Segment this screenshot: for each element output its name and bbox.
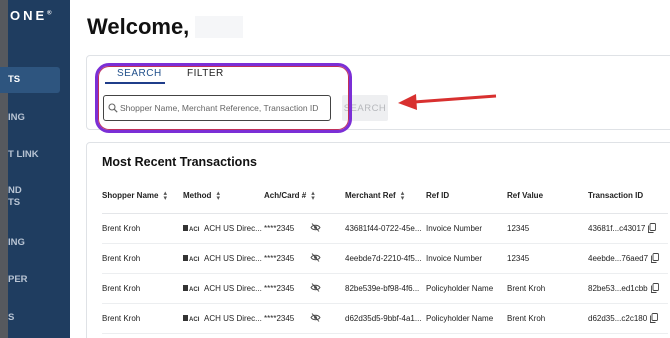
cell-transaction-id: 4eebde...76aed7 xyxy=(588,243,668,274)
cell-shopper: Brent Kroh xyxy=(102,213,183,244)
sidebar-item-billing[interactable]: ING xyxy=(0,112,70,124)
cell-ref-id: Policyholder Name xyxy=(426,273,507,304)
sidebar-item-settings[interactable]: S xyxy=(0,312,70,324)
transactions-table: Shopper Name ▴ ▾ Method ▴ ▾ Ach/Card # ▴ ▾ Mer… xyxy=(102,179,668,334)
cell-card: ****2345 xyxy=(264,303,345,334)
cell-shopper: Brent Kroh xyxy=(102,303,183,334)
recent-transactions-panel: Most Recent Transactions Shopper Name ▴ ▾ … xyxy=(86,142,670,338)
table-row[interactable]: Brent KrohACHACH US Direc...****23454368… xyxy=(102,213,668,244)
cell-merchant-ref: 4eebde7d-2210-4f5... xyxy=(345,243,426,274)
column-header-transaction-id[interactable]: Transaction ID xyxy=(588,179,668,214)
cell-method: ACHACH US Direc... xyxy=(183,303,264,334)
app-window: ONE® TS ING T LINK ND TS ING PER S Welcom… xyxy=(0,0,670,338)
cell-transaction-id: d62d35...c2c180 xyxy=(588,303,668,334)
cell-ref-value: Brent Kroh xyxy=(507,303,588,334)
sort-icon[interactable]: ▴ ▾ xyxy=(401,190,405,202)
cell-ref-value: Brent Kroh xyxy=(507,273,588,304)
cell-method: ACHACH US Direc... xyxy=(183,273,264,304)
copy-icon[interactable] xyxy=(650,313,659,323)
eye-slash-icon[interactable] xyxy=(310,223,321,232)
sidebar-edge xyxy=(0,0,8,338)
sidebar-item-reporting[interactable]: ING xyxy=(0,237,70,249)
ach-bank-icon: ACH xyxy=(183,254,199,262)
brand-logo[interactable]: ONE® xyxy=(10,8,52,23)
svg-text:ACH: ACH xyxy=(189,317,199,322)
svg-text:ACH: ACH xyxy=(189,227,199,232)
svg-text:ACH: ACH xyxy=(189,257,199,262)
cell-ref-id: Invoice Number xyxy=(426,213,507,244)
user-name-redacted xyxy=(195,16,244,38)
cell-ref-id: Invoice Number xyxy=(426,243,507,274)
ach-bank-icon: ACH xyxy=(183,224,199,232)
cell-merchant-ref: 82be539e-bf98-4f6... xyxy=(345,273,426,304)
column-header-ach-card[interactable]: Ach/Card # ▴ ▾ xyxy=(264,179,345,214)
table-row[interactable]: Brent KrohACHACH US Direc...****2345d62d… xyxy=(102,303,668,334)
cell-shopper: Brent Kroh xyxy=(102,273,183,304)
main-content: Welcome, SEARCH FILTER SEARCH Most Recen… xyxy=(70,0,670,338)
cell-method: ACHACH US Direc... xyxy=(183,243,264,274)
sort-icon[interactable]: ▴ ▾ xyxy=(163,190,167,202)
table-header-row: Shopper Name ▴ ▾ Method ▴ ▾ Ach/Card # ▴ ▾ Mer… xyxy=(102,179,668,214)
copy-icon[interactable] xyxy=(651,253,660,263)
cell-transaction-id: 43681f...c43017 xyxy=(588,213,668,244)
column-header-ref-value[interactable]: Ref Value xyxy=(507,179,588,214)
section-title: Most Recent Transactions xyxy=(102,155,257,169)
annotation-highlight-box xyxy=(95,63,352,133)
cell-method: ACHACH US Direc... xyxy=(183,213,264,244)
cell-card: ****2345 xyxy=(264,213,345,244)
sidebar-item-refunds[interactable]: ND TS xyxy=(0,185,70,209)
table-row[interactable]: Brent KrohACHACH US Direc...****234582be… xyxy=(102,273,668,304)
copy-icon[interactable] xyxy=(648,223,657,233)
column-header-shopper-name[interactable]: Shopper Name ▴ ▾ xyxy=(102,179,183,214)
annotation-arrow-icon xyxy=(398,94,497,110)
cell-merchant-ref: d62d35d5-9bbf-4a1... xyxy=(345,303,426,334)
sidebar: ONE® TS ING T LINK ND TS ING PER S xyxy=(0,0,70,338)
sidebar-item-transactions[interactable]: TS xyxy=(0,67,60,93)
eye-slash-icon[interactable] xyxy=(310,253,321,262)
cell-card: ****2345 xyxy=(264,243,345,274)
table-row[interactable]: Brent KrohACHACH US Direc...****23454eeb… xyxy=(102,243,668,274)
sidebar-item-shopper[interactable]: PER xyxy=(0,274,70,286)
copy-icon[interactable] xyxy=(650,283,659,293)
sort-icon[interactable]: ▴ ▾ xyxy=(216,190,220,202)
cell-merchant-ref: 43681f44-0722-45e... xyxy=(345,213,426,244)
column-header-merchant-ref[interactable]: Merchant Ref ▴ ▾ xyxy=(345,179,426,214)
cell-ref-value: 12345 xyxy=(507,213,588,244)
eye-slash-icon[interactable] xyxy=(310,283,321,292)
ach-bank-icon: ACH xyxy=(183,284,199,292)
page-title: Welcome, xyxy=(87,14,244,40)
cell-transaction-id: 82be53...ed1cbb xyxy=(588,273,668,304)
cell-card: ****2345 xyxy=(264,273,345,304)
eye-slash-icon[interactable] xyxy=(310,313,321,322)
cell-ref-id: Policyholder Name xyxy=(426,303,507,334)
column-header-ref-id[interactable]: Ref ID xyxy=(426,179,507,214)
svg-text:ACH: ACH xyxy=(189,287,199,292)
sort-icon[interactable]: ▴ ▾ xyxy=(311,190,315,202)
cell-shopper: Brent Kroh xyxy=(102,243,183,274)
column-header-method[interactable]: Method ▴ ▾ xyxy=(183,179,264,214)
cell-ref-value: 12345 xyxy=(507,243,588,274)
sidebar-item-payment-link[interactable]: T LINK xyxy=(0,149,70,161)
ach-bank-icon: ACH xyxy=(183,314,199,322)
